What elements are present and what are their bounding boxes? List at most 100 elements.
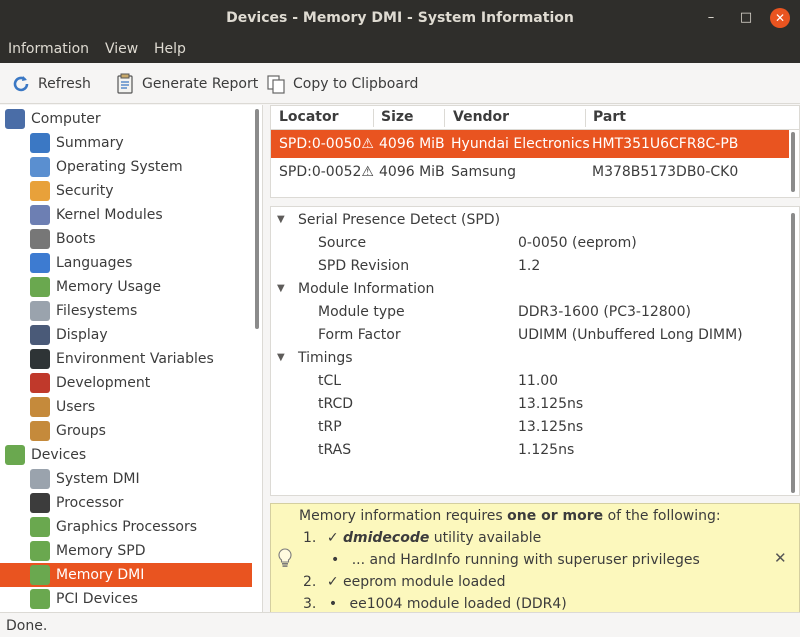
column-divider <box>585 109 586 127</box>
document-icon <box>30 301 50 321</box>
group-icon <box>30 421 50 441</box>
section-module-information[interactable]: ▼ Module Information <box>271 279 786 301</box>
details-panel: ▼ Serial Presence Detect (SPD) Source 0-… <box>270 206 800 496</box>
detail-row[interactable]: tCL 11.00 <box>271 371 786 393</box>
sidebar-item-summary[interactable]: Summary <box>0 131 252 155</box>
detail-value: 0-0050 (eeprom) <box>518 235 637 251</box>
detail-value: UDIMM (Unbuffered Long DIMM) <box>518 327 743 343</box>
sidebar-item-label: Computer <box>31 111 101 127</box>
sidebar-item-boots[interactable]: Boots <box>0 227 252 251</box>
copy-clipboard-label: Copy to Clipboard <box>293 76 419 92</box>
expander-icon[interactable]: ▼ <box>277 283 285 294</box>
table-row[interactable]: SPD:0-0052⚠ 4096 MiB Samsung M378B5173DB… <box>271 158 789 186</box>
sidebar-item-environment-variables[interactable]: Environment Variables <box>0 347 252 371</box>
warning-icon: ⚠ <box>361 164 374 180</box>
bullet-icon: • <box>328 596 338 612</box>
column-locator[interactable]: Locator <box>279 109 339 125</box>
refresh-button[interactable]: Refresh <box>10 72 91 96</box>
column-part[interactable]: Part <box>593 109 626 125</box>
memory-devices-table: Locator Size Vendor Part SPD:0-0050⚠ 409… <box>270 105 800 198</box>
detail-row[interactable]: Module type DDR3-1600 (PC3-12800) <box>271 302 786 324</box>
sidebar-item-processor[interactable]: Processor <box>0 491 252 515</box>
toolbar: Refresh Generate Report Copy to Clipboar… <box>0 63 800 104</box>
section-timings[interactable]: ▼ Timings <box>271 348 786 370</box>
menu-view[interactable]: View <box>105 41 138 57</box>
copy-icon <box>265 73 287 95</box>
table-row[interactable]: SPD:0-0050⚠ 4096 MiB Hyundai Electronics… <box>271 130 789 158</box>
expander-icon[interactable]: ▼ <box>277 214 285 225</box>
note-item-2: 2. ✓ eeprom module loaded <box>303 574 506 590</box>
minimize-button[interactable]: – <box>701 8 721 28</box>
detail-label: tRAS <box>318 442 352 458</box>
sidebar-item-computer[interactable]: Computer <box>0 107 252 131</box>
sidebar-item-system-dmi[interactable]: System DMI <box>0 467 252 491</box>
section-spd[interactable]: ▼ Serial Presence Detect (SPD) <box>271 210 786 232</box>
table-scrollbar[interactable] <box>791 132 795 192</box>
detail-row[interactable]: Form Factor UDIMM (Unbuffered Long DIMM) <box>271 325 786 347</box>
section-title: Module Information <box>298 281 435 297</box>
menu-help[interactable]: Help <box>154 41 186 57</box>
sidebar-item-label: Summary <box>56 135 124 151</box>
sidebar-item-operating-system[interactable]: Operating System <box>0 155 252 179</box>
sidebar-item-label: Filesystems <box>56 303 138 319</box>
sidebar-item-groups[interactable]: Groups <box>0 419 252 443</box>
maximize-button[interactable]: □ <box>736 8 756 28</box>
details-scrollbar[interactable] <box>791 213 795 493</box>
sidebar-item-kernel-modules[interactable]: Kernel Modules <box>0 203 252 227</box>
column-size[interactable]: Size <box>381 109 414 125</box>
detail-label: tRP <box>318 419 342 435</box>
check-icon: ✓ <box>326 574 339 590</box>
sidebar-item-devices[interactable]: Devices <box>0 443 252 467</box>
sidebar-item-filesystems[interactable]: Filesystems <box>0 299 252 323</box>
detail-value: 1.2 <box>518 258 541 274</box>
detail-row[interactable]: tRCD 13.125ns <box>271 394 786 416</box>
column-divider <box>373 109 374 127</box>
sidebar-item-security[interactable]: Security <box>0 179 252 203</box>
detail-row[interactable]: tRAS 1.125ns <box>271 440 786 462</box>
copy-clipboard-button[interactable]: Copy to Clipboard <box>265 72 418 96</box>
sidebar-item-graphics-processors[interactable]: Graphics Processors <box>0 515 252 539</box>
tools-icon <box>30 373 50 393</box>
flag-icon <box>30 253 50 273</box>
detail-row[interactable]: Source 0-0050 (eeprom) <box>271 233 786 255</box>
module-icon <box>30 205 50 225</box>
monitor-icon <box>30 325 50 345</box>
detail-row[interactable]: tRP 13.125ns <box>271 417 786 439</box>
sidebar-scrollbar[interactable] <box>255 109 259 329</box>
cell-vendor: Samsung <box>451 164 517 180</box>
close-note-button[interactable]: ✕ <box>774 549 787 567</box>
info-note: Memory information requires one or more … <box>270 503 800 613</box>
detail-label: tCL <box>318 373 342 389</box>
detail-label: tRCD <box>318 396 354 412</box>
generate-report-button[interactable]: Generate Report <box>114 72 258 96</box>
expander-icon[interactable]: ▼ <box>277 352 285 363</box>
title-bar: Devices - Memory DMI - System Informatio… <box>0 0 800 37</box>
column-vendor[interactable]: Vendor <box>453 109 509 125</box>
users-icon <box>30 397 50 417</box>
computer-icon <box>5 109 25 129</box>
sidebar-item-display[interactable]: Display <box>0 323 252 347</box>
sidebar-tree: Computer Summary Operating System Security K… <box>0 105 263 612</box>
sidebar-item-memory-spd[interactable]: Memory SPD <box>0 539 252 563</box>
cell-size: 4096 MiB <box>379 136 445 152</box>
sidebar-item-memory-usage[interactable]: Memory Usage <box>0 275 252 299</box>
sidebar-item-languages[interactable]: Languages <box>0 251 252 275</box>
sidebar-item-development[interactable]: Development <box>0 371 252 395</box>
terminal-icon <box>30 349 50 369</box>
bullet-icon: • <box>331 552 340 568</box>
sidebar-item-memory-dmi[interactable]: Memory DMI <box>0 563 252 587</box>
sidebar-item-label: Groups <box>56 423 106 439</box>
close-button[interactable]: ✕ <box>770 8 790 28</box>
sidebar-item-label: Users <box>56 399 96 415</box>
sidebar-item-label: Kernel Modules <box>56 207 163 223</box>
section-title: Serial Presence Detect (SPD) <box>298 212 501 228</box>
sidebar-item-users[interactable]: Users <box>0 395 252 419</box>
menu-information[interactable]: Information <box>8 41 89 57</box>
sidebar-item-pci-devices[interactable]: PCI Devices <box>0 587 252 611</box>
note-item-1-sub: • ... and HardInfo running with superuse… <box>331 552 700 568</box>
sidebar-item-label: Memory Usage <box>56 279 162 295</box>
window-title: Devices - Memory DMI - System Informatio… <box>226 10 574 26</box>
detail-row[interactable]: SPD Revision 1.2 <box>271 256 786 278</box>
detail-label: Module type <box>318 304 405 320</box>
table-header: Locator Size Vendor Part <box>271 106 799 130</box>
